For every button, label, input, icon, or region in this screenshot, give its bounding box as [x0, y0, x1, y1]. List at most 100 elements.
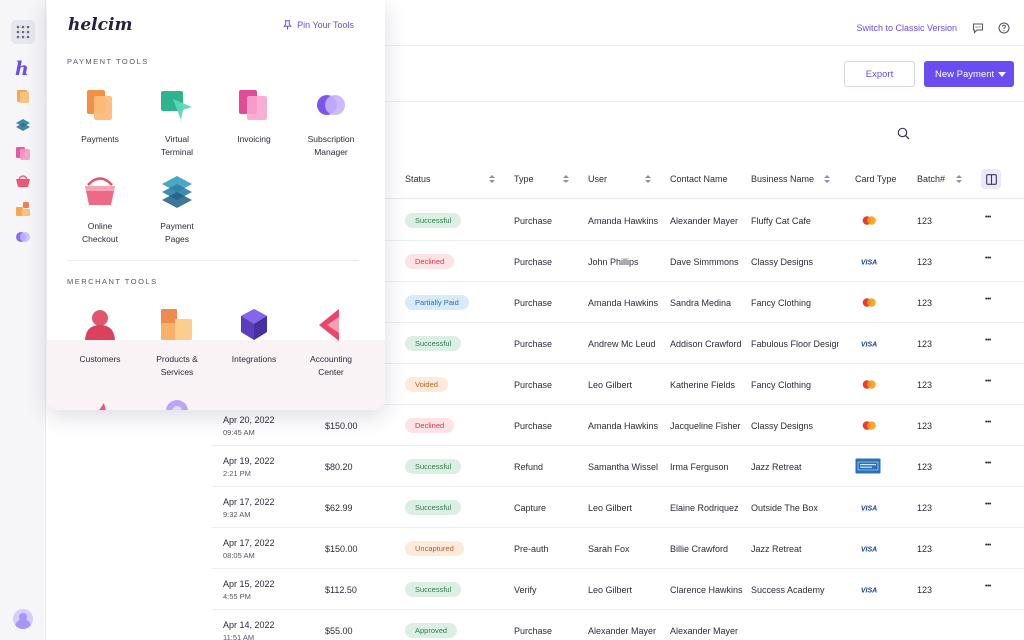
app-window: h Switch to Classic Version Export New P…: [0, 0, 1024, 640]
business-name-cell: Jazz Retreat: [751, 544, 802, 554]
tool-label: Products &: [156, 354, 198, 364]
products-icon[interactable]: [15, 201, 31, 217]
caret-down-icon: [998, 72, 1006, 77]
help-icon[interactable]: [998, 22, 1010, 34]
batch-cell: 123: [917, 544, 933, 554]
payment-pages-icon[interactable]: [15, 117, 31, 133]
table-row[interactable]: Apr 15, 2022 4:55 PM $112.50 Successful Veri…: [212, 569, 1024, 610]
more-options-icon[interactable]: [985, 583, 997, 595]
type-cell: Purchase: [514, 339, 553, 349]
analytics-icon: [99, 403, 106, 410]
header-batch[interactable]: Batch#: [917, 174, 945, 184]
more-options-icon[interactable]: [985, 214, 997, 226]
accounting-icon: [319, 309, 339, 341]
header-type[interactable]: Type: [514, 174, 534, 184]
header-business-name[interactable]: Business Name: [751, 174, 814, 184]
tool-online-checkout[interactable]: Online Checkout: [61, 174, 139, 245]
visa-icon: VISA: [861, 260, 877, 267]
type-cell: Purchase: [514, 298, 553, 308]
status-badge: Declined: [405, 254, 455, 269]
tool-customers[interactable]: Customers: [61, 307, 139, 366]
more-options-icon[interactable]: [985, 337, 997, 349]
type-cell: Capture: [514, 503, 547, 513]
tool-products-services[interactable]: Products & Services: [138, 307, 216, 378]
user-cell: Leo Gilbert: [588, 380, 633, 390]
tool-subscription-manager[interactable]: Subscription Manager: [292, 87, 370, 158]
export-button[interactable]: Export: [844, 61, 915, 87]
apps-grid-button[interactable]: [11, 20, 35, 44]
time-cell: 08:05 AM: [223, 551, 255, 560]
pin-tools-link[interactable]: Pin Your Tools: [283, 20, 354, 30]
type-cell: Purchase: [514, 257, 553, 267]
more-options-icon[interactable]: [985, 542, 997, 554]
more-options-icon[interactable]: [985, 378, 997, 390]
user-cell: Amanda Hawkins: [588, 421, 659, 431]
batch-cell: 123: [917, 421, 933, 431]
invoicing-icon[interactable]: [15, 145, 31, 161]
more-options-icon[interactable]: [985, 419, 997, 431]
online-checkout-icon: [85, 177, 115, 205]
tool-more-1[interactable]: [61, 393, 139, 410]
tool-more-2[interactable]: [138, 393, 216, 410]
table-row[interactable]: Apr 20, 2022 09:45 AM $150.00 Declined Purch…: [212, 405, 1024, 446]
status-badge: Successful: [405, 500, 462, 515]
svg-text:VISA: VISA: [861, 588, 877, 595]
online-checkout-icon[interactable]: [15, 173, 31, 189]
more-options-icon[interactable]: [985, 296, 997, 308]
invoicing-icon: [239, 90, 267, 120]
search-icon[interactable]: [897, 127, 910, 140]
type-cell: Purchase: [514, 216, 553, 226]
visa-icon: VISA: [861, 547, 877, 554]
batch-cell: 123: [917, 339, 933, 349]
sort-icon[interactable]: [824, 175, 830, 184]
tool-virtual-terminal[interactable]: Virtual Terminal: [138, 87, 216, 158]
time-cell: 2:21 PM: [223, 469, 251, 478]
sort-icon[interactable]: [645, 175, 651, 184]
more-options-icon[interactable]: [985, 255, 997, 267]
products-icon: [161, 309, 192, 340]
header-user[interactable]: User: [588, 174, 607, 184]
table-row[interactable]: Apr 19, 2022 2:21 PM $80.20 Successful Refun…: [212, 446, 1024, 487]
subscription-icon[interactable]: [15, 229, 31, 245]
tool-integrations[interactable]: Integrations: [215, 307, 293, 366]
user-avatar[interactable]: [13, 609, 33, 629]
user-cell: John Phillips: [588, 257, 639, 267]
tool-label: Integrations: [231, 354, 277, 364]
sort-icon[interactable]: [489, 175, 495, 184]
switch-classic-link[interactable]: Switch to Classic Version: [856, 23, 957, 33]
tool-payment-pages[interactable]: Payment Pages: [138, 174, 216, 245]
virtual-terminal-icon: [161, 91, 192, 120]
tool-payments[interactable]: Payments: [61, 87, 139, 146]
business-name-cell: Fancy Clothing: [751, 298, 812, 308]
contact-name-cell: Katherine Fields: [670, 380, 736, 390]
svg-text:VISA: VISA: [861, 506, 877, 513]
batch-cell: 123: [917, 462, 933, 472]
header-status[interactable]: Status: [405, 174, 431, 184]
chat-icon[interactable]: [972, 22, 984, 34]
user-cell: Amanda Hawkins: [588, 216, 659, 226]
columns-toggle-button[interactable]: [981, 169, 1001, 189]
helcim-h-logo[interactable]: h: [15, 58, 29, 80]
table-row[interactable]: Apr 17, 2022 08:05 AM $150.00 Uncaptured Pre…: [212, 528, 1024, 569]
helcim-logo[interactable]: helcim: [68, 15, 132, 35]
more-options-icon[interactable]: [985, 501, 997, 513]
status-badge: Successful: [405, 336, 462, 351]
table-row[interactable]: Apr 17, 2022 9:32 AM $62.99 Successful Captu…: [212, 487, 1024, 528]
header-contact-name[interactable]: Contact Name: [670, 174, 728, 184]
sort-icon[interactable]: [956, 175, 962, 184]
payments-icon[interactable]: [15, 88, 31, 104]
header-card-type[interactable]: Card Type: [855, 174, 896, 184]
tool-label: Payments: [81, 134, 119, 144]
visa-icon: VISA: [861, 342, 877, 349]
tool-accounting-center[interactable]: Accounting Center: [292, 307, 370, 378]
status-badge: Successful: [405, 459, 462, 474]
sort-icon[interactable]: [563, 175, 569, 184]
tool-invoicing[interactable]: Invoicing: [215, 87, 293, 146]
new-payment-button[interactable]: New Payment: [924, 61, 1014, 87]
user-cell: Samantha Wissel: [588, 462, 659, 472]
table-row[interactable]: Apr 14, 2022 11:51 AM $55.00 Approved Purcha…: [212, 610, 1024, 640]
mastercard-icon: [862, 421, 876, 430]
status-badge: Approved: [405, 623, 458, 638]
status-badge: Uncaptured: [405, 541, 464, 556]
more-options-icon[interactable]: [985, 460, 997, 472]
